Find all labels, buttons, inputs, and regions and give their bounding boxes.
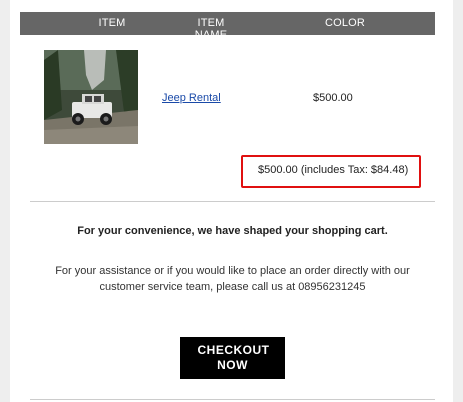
product-name-link[interactable]: Jeep Rental — [162, 92, 221, 104]
product-price: $500.00 — [313, 92, 353, 104]
checkout-button[interactable]: CHECKOUT NOW — [180, 337, 285, 379]
cart-headline: For your convenience, we have shaped you… — [77, 225, 388, 237]
cart-total: $500.00 (includes Tax: $84.48) — [258, 164, 409, 176]
jeep-product-image — [44, 50, 138, 144]
divider-bottom — [30, 399, 435, 400]
header-item-name: ITEM NAME — [194, 17, 228, 41]
checkout-label: CHECKOUT NOW — [197, 343, 270, 372]
assistance-text: For your assistance or if you would like… — [55, 265, 410, 293]
header-color: COLOR — [324, 17, 366, 29]
header-item: ITEM — [98, 17, 126, 29]
divider-top — [30, 201, 435, 202]
cart-table-header: ITEM ITEM NAME COLOR — [20, 12, 435, 41]
